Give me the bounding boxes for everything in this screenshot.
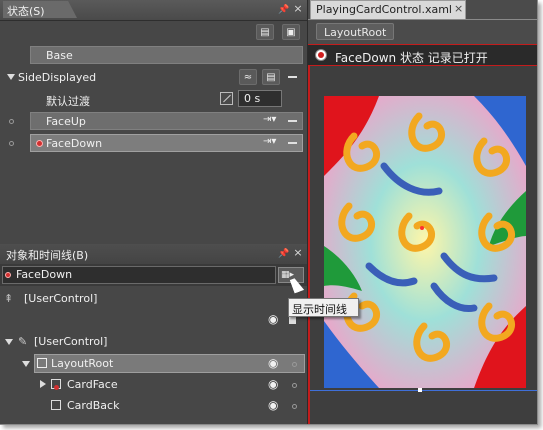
- record-dot-icon: [5, 272, 11, 278]
- timeline-name: FaceDown: [16, 268, 73, 281]
- tree-row-usercontrol[interactable]: ✎ [UserControl]: [0, 331, 307, 353]
- tree-row-layoutroot[interactable]: LayoutRoot ◉: [0, 353, 307, 375]
- add-transition-icon[interactable]: ▣: [282, 24, 300, 40]
- transition-icon[interactable]: ⇥▾: [263, 136, 276, 147]
- tree-label-cardface: CardFace: [67, 378, 118, 391]
- easing-icon[interactable]: ≈: [239, 69, 257, 85]
- objects-panel-title[interactable]: 对象和时间线(B): [6, 247, 88, 263]
- recording-status-text: FaceDown 状态 记录已打开: [335, 51, 488, 65]
- state-row-faceup[interactable]: FaceUp ⇥▾: [0, 110, 307, 132]
- state-group-name: SideDisplayed: [18, 71, 97, 84]
- eye-icon[interactable]: ◉: [268, 356, 278, 370]
- base-state-row[interactable]: Base: [0, 44, 307, 66]
- state-pin-icon[interactable]: [9, 119, 14, 124]
- tree-label-usercontrol: [UserControl]: [34, 335, 108, 348]
- pin-icon[interactable]: 📌: [278, 4, 289, 16]
- base-state-label: Base: [46, 49, 73, 62]
- element-icon: [51, 400, 61, 410]
- eye-icon[interactable]: ◉: [268, 312, 278, 326]
- tree-label-cardback: CardBack: [67, 399, 120, 412]
- states-toolbar: ▤ ▣: [0, 21, 307, 43]
- playing-card[interactable]: [324, 96, 526, 388]
- default-transition-label: 默认过渡: [46, 95, 90, 108]
- card-face-image: [324, 96, 526, 388]
- design-canvas[interactable]: [308, 66, 537, 424]
- tree-label-layoutroot: LayoutRoot: [51, 357, 114, 370]
- expand-arrow-icon[interactable]: [7, 74, 15, 80]
- resize-handle[interactable]: [418, 388, 422, 392]
- state-group-row[interactable]: SideDisplayed ≈ ▤: [0, 66, 307, 88]
- recording-bar: FaceDown 状态 记录已打开: [308, 44, 537, 66]
- objects-panel-header: 对象和时间线(B) 📌 ×: [0, 244, 307, 265]
- add-state-group-icon[interactable]: ▤: [256, 24, 274, 40]
- easing-function-icon[interactable]: [220, 92, 233, 105]
- scope-up-icon[interactable]: ⇞: [4, 292, 13, 305]
- transition-icon[interactable]: ⇥▾: [263, 114, 276, 125]
- element-icon: [51, 379, 61, 390]
- minus-icon[interactable]: [288, 120, 297, 122]
- expand-arrow-icon[interactable]: [40, 380, 46, 388]
- eye-icon[interactable]: ◉: [268, 377, 278, 391]
- scope-controls: ◉: [0, 310, 307, 332]
- expand-arrow-icon[interactable]: [22, 361, 30, 367]
- minus-icon[interactable]: [288, 142, 297, 144]
- scope-label: [UserControl]: [24, 292, 98, 305]
- default-transition-input[interactable]: 0 s: [238, 90, 282, 107]
- record-dot-icon: [36, 140, 43, 147]
- default-transition-row: 默认过渡 0 s: [0, 88, 307, 110]
- states-panel-title[interactable]: 状态(S): [3, 1, 77, 18]
- lock-toggle-icon[interactable]: [292, 362, 297, 367]
- document-area: PlayingCardControl.xaml × LayoutRoot Fac…: [307, 0, 537, 424]
- minus-icon[interactable]: [288, 76, 297, 78]
- lock-toggle-icon[interactable]: [292, 383, 297, 388]
- tree-row-cardface[interactable]: CardFace ◉: [0, 374, 307, 396]
- expression-blend-window: 状态(S) 📌 × ▤ ▣ Base SideDisplayed ≈ ▤ 默认过…: [0, 0, 538, 425]
- eye-icon[interactable]: ◉: [268, 398, 278, 412]
- left-panel: 状态(S) 📌 × ▤ ▣ Base SideDisplayed ≈ ▤ 默认过…: [0, 0, 307, 424]
- record-dot-icon[interactable]: [315, 49, 327, 61]
- tree-row-cardback[interactable]: CardBack ◉: [0, 395, 307, 417]
- state-label-faceup: FaceUp: [46, 115, 86, 128]
- close-icon[interactable]: ×: [454, 2, 463, 15]
- timeline-row: FaceDown ▦▸: [0, 264, 307, 286]
- state-row-facedown[interactable]: FaceDown ⇥▾: [0, 132, 307, 154]
- state-label-facedown: FaceDown: [46, 137, 103, 150]
- states-panel-header: 状态(S) 📌 ×: [0, 0, 307, 21]
- lock-icon[interactable]: [289, 317, 296, 324]
- selection-guide: [310, 390, 537, 391]
- document-tab-title: PlayingCardControl.xaml: [316, 3, 452, 16]
- document-tab[interactable]: PlayingCardControl.xaml ×: [310, 0, 466, 19]
- scope-row[interactable]: ⇞ [UserControl]: [0, 288, 307, 310]
- pin-icon[interactable]: 📌: [278, 248, 289, 260]
- expand-arrow-icon[interactable]: [5, 339, 13, 345]
- state-pin-icon[interactable]: [9, 141, 14, 146]
- breadcrumb[interactable]: LayoutRoot: [316, 23, 395, 40]
- show-timeline-tooltip: 显示时间线: [288, 298, 359, 317]
- add-state-icon[interactable]: ▤: [262, 69, 280, 85]
- lock-toggle-icon[interactable]: [292, 404, 297, 409]
- close-icon[interactable]: ×: [293, 247, 303, 259]
- usercontrol-icon: ✎: [18, 335, 28, 348]
- grid-icon: [37, 358, 47, 368]
- close-icon[interactable]: ×: [293, 3, 303, 15]
